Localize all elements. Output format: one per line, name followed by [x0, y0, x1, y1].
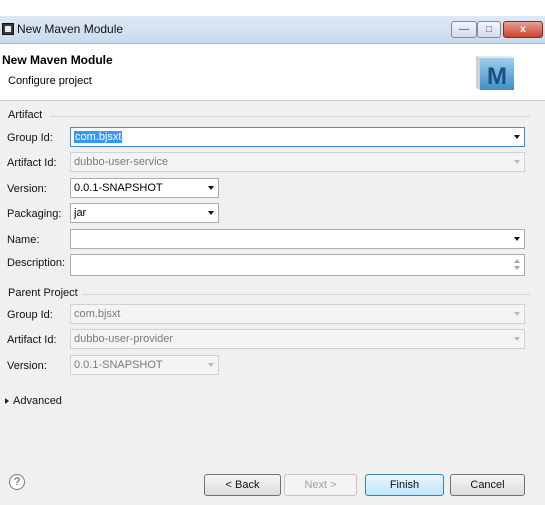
- maven-logo-icon: M: [476, 56, 514, 90]
- dropdown-arrow-icon: [514, 337, 520, 341]
- window-title: New Maven Module: [17, 22, 124, 36]
- packaging-label: Packaging:: [7, 208, 62, 220]
- packaging-combo[interactable]: jar: [70, 203, 219, 223]
- parent-version-combo: 0.0.1-SNAPSHOT: [70, 355, 219, 375]
- artifact-id-label: Artifact Id:: [7, 157, 57, 169]
- parent-artifact-id-combo: dubbo-user-provider: [70, 329, 525, 349]
- dropdown-arrow-icon[interactable]: [208, 211, 214, 215]
- page-title: New Maven Module: [2, 53, 113, 67]
- version-label: Version:: [7, 183, 47, 195]
- maven-logo-letter: M: [487, 63, 507, 90]
- dropdown-arrow-icon: [514, 160, 520, 164]
- dropdown-arrow-icon[interactable]: [208, 186, 214, 190]
- parent-version-value: 0.0.1-SNAPSHOT: [74, 359, 163, 371]
- parent-version-label: Version:: [7, 360, 47, 372]
- description-textarea[interactable]: [70, 254, 525, 276]
- help-icon[interactable]: ?: [9, 474, 25, 490]
- close-button[interactable]: x: [503, 21, 543, 38]
- finish-button[interactable]: Finish: [365, 474, 444, 496]
- parent-artifact-id-value: dubbo-user-provider: [74, 333, 174, 345]
- parent-section-divider: [82, 294, 530, 295]
- packaging-value: jar: [74, 207, 87, 219]
- group-id-value: com.bjsxt: [74, 131, 123, 143]
- app-icon: [2, 23, 14, 35]
- parent-group-id-label: Group Id:: [7, 309, 53, 321]
- parent-group-id-combo: com.bjsxt: [70, 304, 525, 324]
- maximize-button[interactable]: □: [477, 21, 501, 38]
- minimize-button[interactable]: —: [451, 21, 477, 38]
- scroll-up-icon[interactable]: [514, 259, 520, 263]
- dropdown-arrow-icon: [514, 312, 520, 316]
- wizard-header: New Maven Module Configure project M: [0, 44, 545, 101]
- artifact-id-combo: dubbo-user-service: [70, 152, 525, 172]
- artifact-section-label: Artifact: [8, 109, 43, 121]
- parent-artifact-id-label: Artifact Id:: [7, 334, 57, 346]
- version-value: 0.0.1-SNAPSHOT: [74, 182, 163, 194]
- page-subtitle: Configure project: [8, 75, 92, 87]
- dropdown-arrow-icon[interactable]: [514, 135, 520, 139]
- scroll-down-icon[interactable]: [514, 266, 520, 270]
- title-bar[interactable]: New Maven Module — □ x: [0, 16, 545, 44]
- artifact-id-value: dubbo-user-service: [74, 156, 169, 168]
- expand-arrow-icon[interactable]: [5, 398, 9, 404]
- group-id-combo[interactable]: com.bjsxt: [70, 127, 525, 147]
- dropdown-arrow-icon: [208, 363, 214, 367]
- dropdown-arrow-icon[interactable]: [514, 237, 520, 241]
- parent-group-id-value: com.bjsxt: [74, 308, 121, 320]
- version-combo[interactable]: 0.0.1-SNAPSHOT: [70, 178, 219, 198]
- parent-section-label: Parent Project: [8, 287, 78, 299]
- name-label: Name:: [7, 234, 40, 246]
- artifact-section-divider: [50, 116, 530, 117]
- cancel-button[interactable]: Cancel: [450, 474, 525, 496]
- advanced-toggle[interactable]: Advanced: [13, 395, 62, 407]
- back-button[interactable]: < Back: [204, 474, 281, 496]
- next-button[interactable]: Next >: [284, 474, 357, 496]
- group-id-label: Group Id:: [7, 132, 53, 144]
- description-label: Description:: [7, 257, 66, 269]
- name-combo[interactable]: [70, 229, 525, 249]
